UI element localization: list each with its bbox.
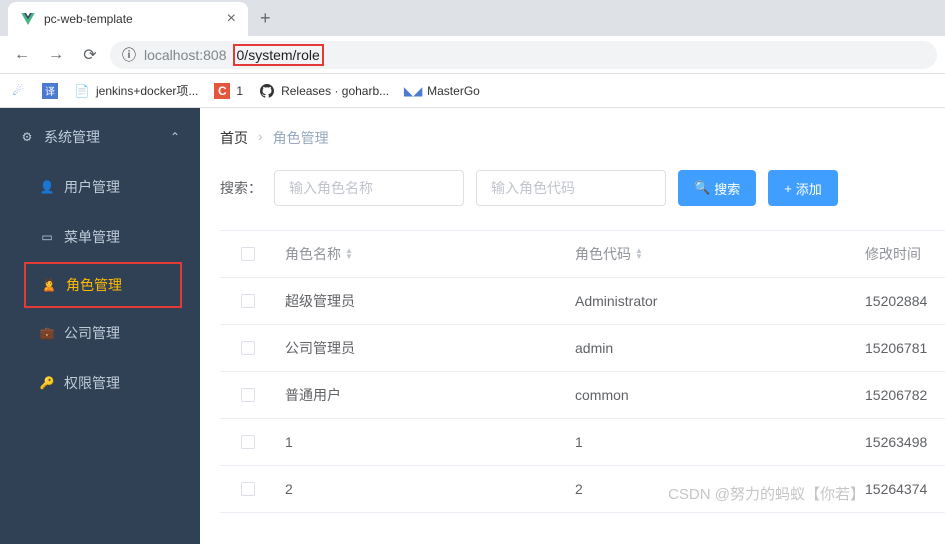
sort-icon: ▲▼ [345,248,353,260]
main-content: 首页 › 角色管理 搜索： 🔍 搜索 + 添加 角色名称▲▼ 角色代码▲▼ 修改… [200,108,945,544]
role-icon: 🙎 [42,278,56,292]
mastergo-icon: ◣◢ [405,83,421,99]
chevron-right-icon: › [258,128,263,148]
bookmark-item[interactable]: 📄jenkins+docker项... [74,82,198,99]
github-icon [259,83,275,99]
row-checkbox[interactable] [241,388,255,402]
sidebar-item-user[interactable]: 👤 用户管理 [0,162,200,212]
table-header-row: 角色名称▲▼ 角色代码▲▼ 修改时间 [220,231,945,278]
sidebar-item-menu[interactable]: ▭ 菜单管理 [0,212,200,262]
close-tab-icon[interactable]: × [227,10,236,28]
page-icon: 📄 [74,83,90,99]
bookmark-bar: ☄ 译 📄jenkins+docker项... C1 Releases · go… [0,74,945,108]
role-code-input[interactable] [476,170,666,206]
address-bar[interactable]: ⓘ localhost:808 0/system/role [110,41,937,69]
menu-group-system[interactable]: ⚙ 系统管理 ⌃ [0,112,200,162]
new-tab-button[interactable]: + [248,8,283,29]
briefcase-icon: 💼 [40,326,54,340]
table-row: 2 2 15264374 [220,466,945,513]
c-icon: C [214,83,230,99]
reload-button[interactable]: ⟳ [76,41,104,69]
row-checkbox[interactable] [241,294,255,308]
row-checkbox[interactable] [241,341,255,355]
col-header-code[interactable]: 角色代码▲▼ [575,244,865,264]
bookmark-item[interactable]: ☄ [10,83,26,99]
role-table: 角色名称▲▼ 角色代码▲▼ 修改时间 超级管理员 Administrator 1… [220,230,945,513]
user-icon: 👤 [40,180,54,194]
col-header-time[interactable]: 修改时间 [865,244,945,264]
breadcrumb-current: 角色管理 [273,128,329,148]
table-row: 公司管理员 admin 15206781 [220,325,945,372]
bookmark-item[interactable]: ◣◢MasterGo [405,83,480,99]
browser-tab[interactable]: pc-web-template × [8,2,248,36]
key-icon: 🔑 [40,376,54,390]
forward-button[interactable]: → [42,41,70,69]
col-header-name[interactable]: 角色名称▲▼ [275,244,575,264]
table-row: 超级管理员 Administrator 15202884 [220,278,945,325]
bookmark-item[interactable]: Releases · goharb... [259,83,389,99]
url-path-highlight: 0/system/role [233,44,324,66]
sidebar-item-role[interactable]: 🙎 角色管理 [24,262,182,308]
sidebar: ⚙ 系统管理 ⌃ 👤 用户管理 ▭ 菜单管理 🙎 角色管理 💼 公司管理 🔑 权… [0,108,200,544]
search-icon: 🔍 [694,180,710,196]
add-button[interactable]: + 添加 [768,170,838,206]
sort-icon: ▲▼ [635,248,643,260]
select-all-checkbox[interactable] [241,247,255,261]
row-checkbox[interactable] [241,435,255,449]
vue-favicon-icon [20,11,36,27]
bookmark-item[interactable]: 译 [42,83,58,99]
plus-icon: + [784,181,792,196]
gear-icon: ⚙ [20,130,34,144]
search-button[interactable]: 🔍 搜索 [678,170,756,206]
menu-icon: ▭ [40,230,54,244]
row-checkbox[interactable] [241,482,255,496]
paw-icon: ☄ [10,83,26,99]
table-row: 普通用户 common 15206782 [220,372,945,419]
filter-label: 搜索： [220,178,262,198]
url-host: localhost:808 [144,47,227,63]
chevron-up-icon: ⌃ [170,130,180,144]
sidebar-item-permission[interactable]: 🔑 权限管理 [0,358,200,408]
tab-bar: pc-web-template × + [0,0,945,36]
info-icon: ⓘ [122,45,136,65]
table-row: 1 1 15263498 [220,419,945,466]
back-button[interactable]: ← [8,41,36,69]
breadcrumb-home[interactable]: 首页 [220,128,248,148]
tab-title: pc-web-template [44,12,133,26]
bookmark-item[interactable]: C1 [214,83,243,99]
sidebar-item-company[interactable]: 💼 公司管理 [0,308,200,358]
filter-row: 搜索： 🔍 搜索 + 添加 [220,170,945,206]
translate-icon: 译 [42,83,58,99]
breadcrumb: 首页 › 角色管理 [220,128,945,148]
menu-group-label: 系统管理 [44,127,100,147]
role-name-input[interactable] [274,170,464,206]
